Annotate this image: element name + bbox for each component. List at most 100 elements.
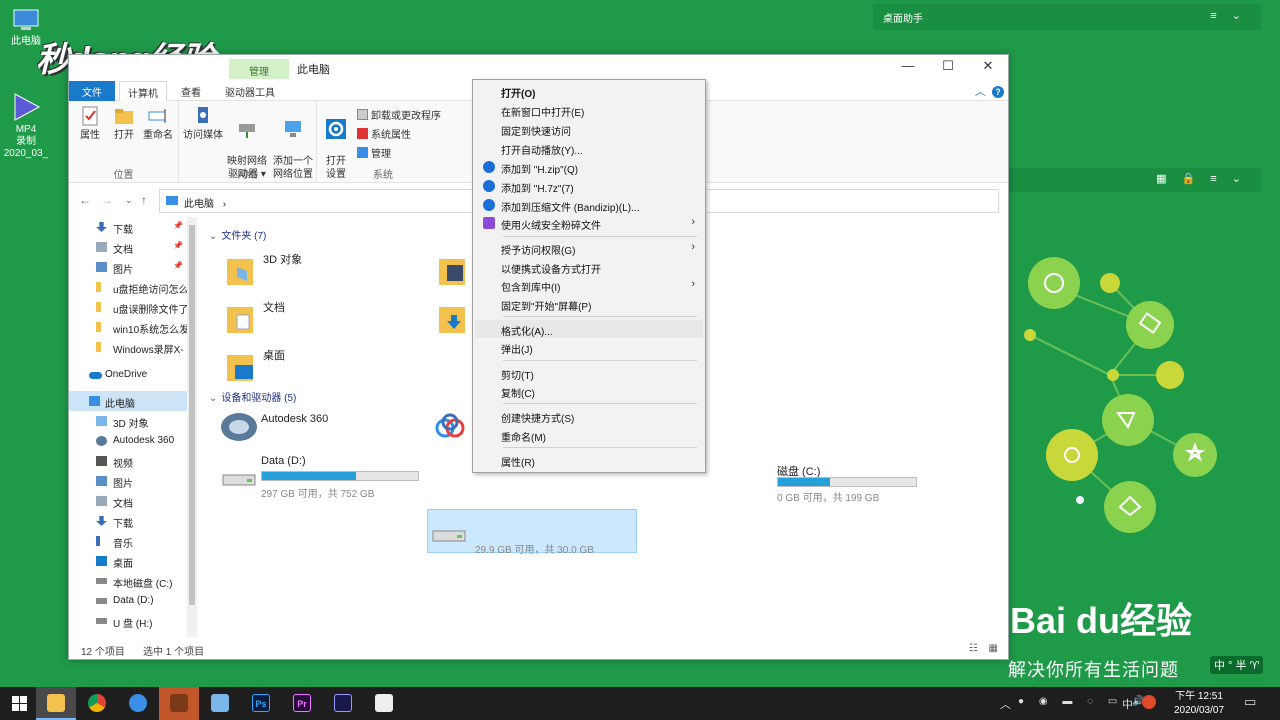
taskbar-premiere[interactable]: Pr — [282, 687, 322, 720]
taskbar-photoshop[interactable]: Ps — [241, 687, 281, 720]
breadcrumb-this-pc[interactable]: 此电脑 — [184, 199, 214, 210]
nav-item-this-pc[interactable]: 此电脑 — [69, 391, 187, 411]
breadcrumb-chevron-icon[interactable]: › — [223, 199, 226, 210]
forward-arrow-icon[interactable]: → — [101, 193, 113, 207]
back-arrow-icon[interactable]: ← — [79, 193, 91, 207]
nav-item-folder[interactable]: u盘误删除文件了 — [69, 297, 187, 317]
nav-item-desktop[interactable]: 桌面 — [69, 551, 187, 571]
nav-item-documents-2[interactable]: 文档 — [69, 491, 187, 511]
menu-item-format[interactable]: 格式化(A)... — [475, 320, 703, 338]
taskbar-after-effects[interactable] — [323, 687, 363, 720]
tab-computer[interactable]: 计算机 — [119, 81, 167, 101]
nav-scrollbar[interactable] — [187, 217, 197, 637]
device-autodesk-360[interactable]: Autodesk 360 — [219, 407, 419, 451]
menu-item-add-7z[interactable]: 添加到 "H.7z"(7) — [475, 177, 703, 195]
nav-item-folder[interactable]: Windows录屏X- — [69, 337, 187, 357]
tray-overflow-chevron-icon[interactable]: ︿ — [1000, 696, 1011, 712]
menu-item-properties[interactable]: 属性(R) — [475, 451, 703, 469]
taskbar-file-explorer[interactable] — [36, 687, 76, 720]
folder-desktop[interactable]: 桌面 — [225, 343, 405, 389]
desktop-icon-recording[interactable]: MP4 录制 2020_03_ — [2, 92, 50, 160]
taskbar-snipping[interactable] — [364, 687, 404, 720]
properties-button[interactable]: 属性 — [75, 105, 105, 142]
menu-item-add-archive[interactable]: 添加到压缩文件 (Bandizip)(L)... — [475, 196, 703, 214]
ime-indicator[interactable]: 中 — [1122, 696, 1133, 712]
menu-item-pin-quick-access[interactable]: 固定到快速访问 — [475, 120, 703, 138]
notification-icon[interactable]: ▭ — [1244, 694, 1256, 710]
tab-view[interactable]: 查看 — [173, 81, 209, 101]
view-mode-icon[interactable]: ☷ ▦ — [969, 643, 1002, 654]
windows-start-icon[interactable] — [0, 687, 40, 720]
nav-item-local-disk-c[interactable]: 本地磁盘 (C:) — [69, 571, 187, 591]
minimize-button[interactable]: — — [888, 55, 928, 79]
menu-item-portable-device[interactable]: 以便携式设备方式打开 — [475, 258, 703, 276]
folder-videos[interactable] — [437, 247, 477, 293]
device-baidu-netdisk[interactable] — [431, 407, 471, 451]
scrollbar-thumb[interactable] — [189, 225, 195, 605]
help-icon[interactable]: ︿ ? — [975, 83, 1004, 99]
menu-item-grant-access[interactable]: 授予访问权限(G) › — [475, 239, 703, 257]
rename-button[interactable]: 重命名 — [141, 105, 175, 142]
tab-drive-tools[interactable]: 驱动器工具 — [217, 81, 283, 101]
pin-icon[interactable]: 📌 — [173, 241, 183, 250]
pin-icon[interactable]: 📌 — [173, 261, 183, 270]
open-button[interactable]: 打开 — [109, 105, 139, 142]
title-bar[interactable]: 管理 此电脑 — ☐ ✕ — [69, 55, 1008, 79]
nav-item-music[interactable]: 音乐 — [69, 531, 187, 551]
nav-item-pictures[interactable]: 图片 📌 — [69, 257, 187, 277]
folders-group-header[interactable]: ⌄ 文件夹 (7) — [209, 227, 266, 242]
menu-item-copy[interactable]: 复制(C) — [475, 382, 703, 400]
devices-group-header[interactable]: ⌄ 设备和驱动器 (5) — [209, 389, 296, 404]
collapse-chevron-icon[interactable]: ⌄ — [209, 231, 217, 242]
folder-downloads[interactable] — [437, 295, 477, 341]
desktop-widget-bar[interactable]: ▦ 🔒 ≡ ⌄ — [1008, 168, 1261, 192]
menu-item-add-zip[interactable]: 添加到 "H.zip"(Q) — [475, 158, 703, 176]
taskbar-chrome-alt[interactable] — [118, 687, 158, 720]
taskbar-chrome[interactable] — [77, 687, 117, 720]
collapse-chevron-icon[interactable]: ⌄ — [209, 393, 217, 404]
folder-documents[interactable]: 文档 — [225, 295, 405, 341]
nav-item-onedrive[interactable]: OneDrive — [69, 365, 187, 385]
menu-item-cut[interactable]: 剪切(T) — [475, 364, 703, 382]
nav-item-data-d[interactable]: Data (D:) — [69, 591, 187, 611]
assistant-menu-icon[interactable]: ≡ ⌄ — [1210, 9, 1247, 22]
widget-controls-icon[interactable]: ▦ 🔒 ≡ ⌄ — [1156, 172, 1247, 185]
menu-item-rename[interactable]: 重命名(M) — [475, 426, 703, 444]
nav-item-documents[interactable]: 文档 📌 — [69, 237, 187, 257]
manage-button[interactable]: 管理 — [357, 145, 391, 160]
pin-icon[interactable]: 📌 — [173, 221, 183, 230]
nav-item-downloads[interactable]: 下载 📌 — [69, 217, 187, 237]
maximize-button[interactable]: ☐ — [928, 55, 968, 79]
menu-item-open[interactable]: 打开(O) — [475, 82, 703, 100]
nav-item-usb-h[interactable]: U 盘 (H:) — [69, 611, 187, 631]
access-media-button[interactable]: 访问媒体 — [183, 105, 223, 142]
nav-item-videos[interactable]: 视频 — [69, 451, 187, 471]
nav-item-pictures-2[interactable]: 图片 — [69, 471, 187, 491]
menu-item-huorong-shred[interactable]: 使用火绒安全粉碎文件 › — [475, 214, 703, 232]
up-arrow-icon[interactable]: ↑ — [141, 193, 147, 207]
taskbar-notepad[interactable] — [200, 687, 240, 720]
uninstall-program-button[interactable]: 卸载或更改程序 — [357, 107, 441, 122]
device-local-disk-c[interactable]: 磁盘 (C:) 0 GB 可用，共 199 GB — [699, 461, 917, 505]
menu-item-autoplay[interactable]: 打开自动播放(Y)... — [475, 139, 703, 157]
menu-item-include-library[interactable]: 包含到库中(I) › — [475, 276, 703, 294]
system-properties-button[interactable]: 系统属性 — [357, 126, 411, 141]
menu-item-eject[interactable]: 弹出(J) — [475, 338, 703, 356]
folder-3d-objects[interactable]: 3D 对象 — [225, 247, 405, 293]
tab-file[interactable]: 文件 — [69, 81, 115, 101]
menu-item-open-new-window[interactable]: 在新窗口中打开(E) — [475, 101, 703, 119]
ime-status-badge[interactable]: 中 ° 半 ♈ — [1210, 656, 1264, 674]
taskbar-avatar-app[interactable] — [159, 687, 199, 720]
desktop-assistant-bar[interactable]: 桌面助手 ≡ ⌄ — [873, 4, 1261, 30]
taskbar-clock[interactable]: 下午 12:51 2020/03/07 — [1168, 690, 1230, 718]
nav-item-3d-objects[interactable]: 3D 对象 — [69, 411, 187, 431]
menu-item-create-shortcut[interactable]: 创建快捷方式(S) — [475, 407, 703, 425]
recent-chevron-icon[interactable]: ⌄ — [125, 195, 133, 206]
nav-item-folder[interactable]: win10系统怎么发 — [69, 317, 187, 337]
device-usb-h[interactable]: 29.9 GB 可用，共 30.0 GB — [429, 513, 635, 556]
close-button[interactable]: ✕ — [968, 55, 1008, 79]
nav-item-folder[interactable]: u盘拒绝访问怎么 — [69, 277, 187, 297]
nav-item-autodesk[interactable]: Autodesk 360 — [69, 431, 187, 451]
tab-manage[interactable]: 管理 — [229, 59, 289, 79]
nav-item-downloads-2[interactable]: 下载 — [69, 511, 187, 531]
